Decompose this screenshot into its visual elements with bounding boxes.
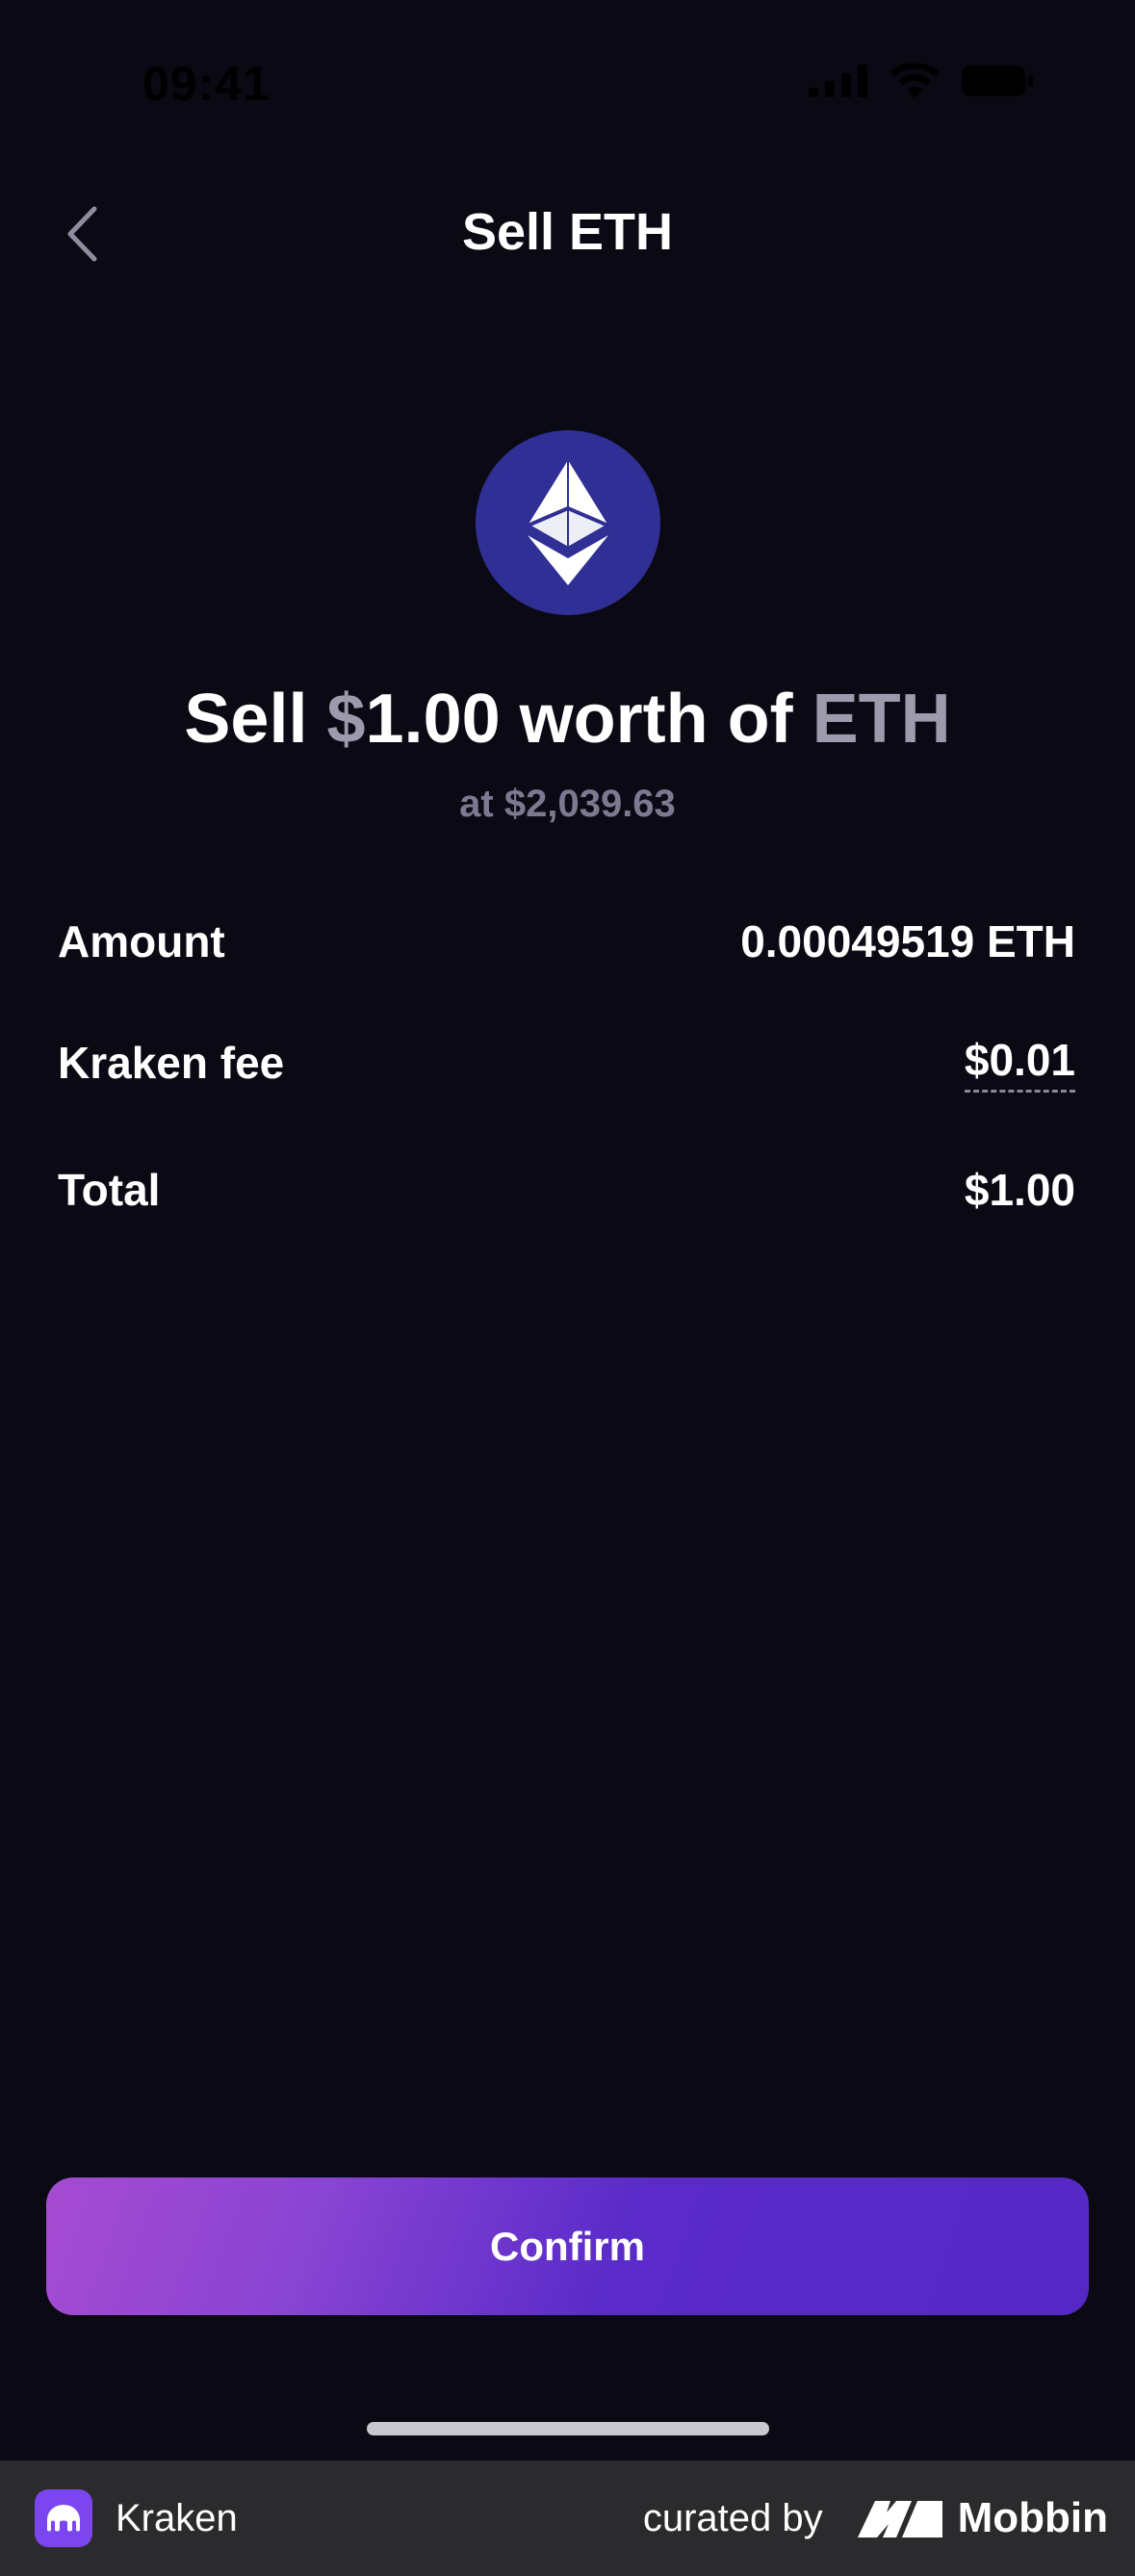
footer-app-name: Kraken [116, 2496, 238, 2539]
fee-value[interactable]: $0.01 [964, 1034, 1075, 1093]
page-title: Sell ETH [461, 203, 674, 261]
sell-headline: Sell $1.00 worth of ETH [0, 680, 1135, 759]
amount-value: 0.00049519 ETH [740, 916, 1075, 966]
total-row: Total $1.00 [58, 1156, 1075, 1224]
total-value: $1.00 [964, 1165, 1075, 1215]
signal-icon [809, 64, 867, 97]
mobbin-brand: Mobbin [857, 2494, 1108, 2542]
mobbin-wordmark: Mobbin [957, 2494, 1108, 2541]
footer-app: Kraken [35, 2489, 238, 2547]
mobbin-logo-icon [857, 2501, 942, 2537]
status-time: 09:41 [142, 57, 271, 111]
wifi-icon [890, 64, 940, 98]
total-label: Total [58, 1165, 161, 1215]
footer-credit: curated by Mobbin [643, 2494, 1108, 2542]
amount-label: Amount [58, 916, 225, 966]
headline-worth-of: worth of [519, 681, 793, 758]
home-indicator [367, 2422, 769, 2435]
eth-logo [476, 430, 660, 615]
fee-row: Kraken fee $0.01 [58, 1029, 1075, 1096]
footer-curated-by: curated by [642, 2496, 823, 2539]
headline-asset: ETH [812, 681, 951, 758]
headline-sell-word: Sell [184, 681, 308, 758]
exchange-rate: at $2,039.63 [459, 783, 676, 825]
ethereum-icon [528, 460, 608, 585]
confirm-button[interactable]: Confirm [46, 2177, 1089, 2315]
status-bar: 09:41 [0, 0, 1135, 164]
status-icons [809, 64, 1034, 98]
fee-label: Kraken fee [58, 1038, 285, 1088]
battery-icon [962, 65, 1033, 96]
kraken-logo-icon [35, 2489, 92, 2547]
headline-currency-symbol: $ [326, 681, 366, 758]
footer-bar: Kraken curated by Mobbin [0, 2460, 1135, 2576]
headline-amount: 1.00 [365, 681, 501, 758]
amount-row: Amount 0.00049519 ETH [58, 908, 1075, 975]
nav-bar: Sell ETH [0, 183, 1135, 279]
